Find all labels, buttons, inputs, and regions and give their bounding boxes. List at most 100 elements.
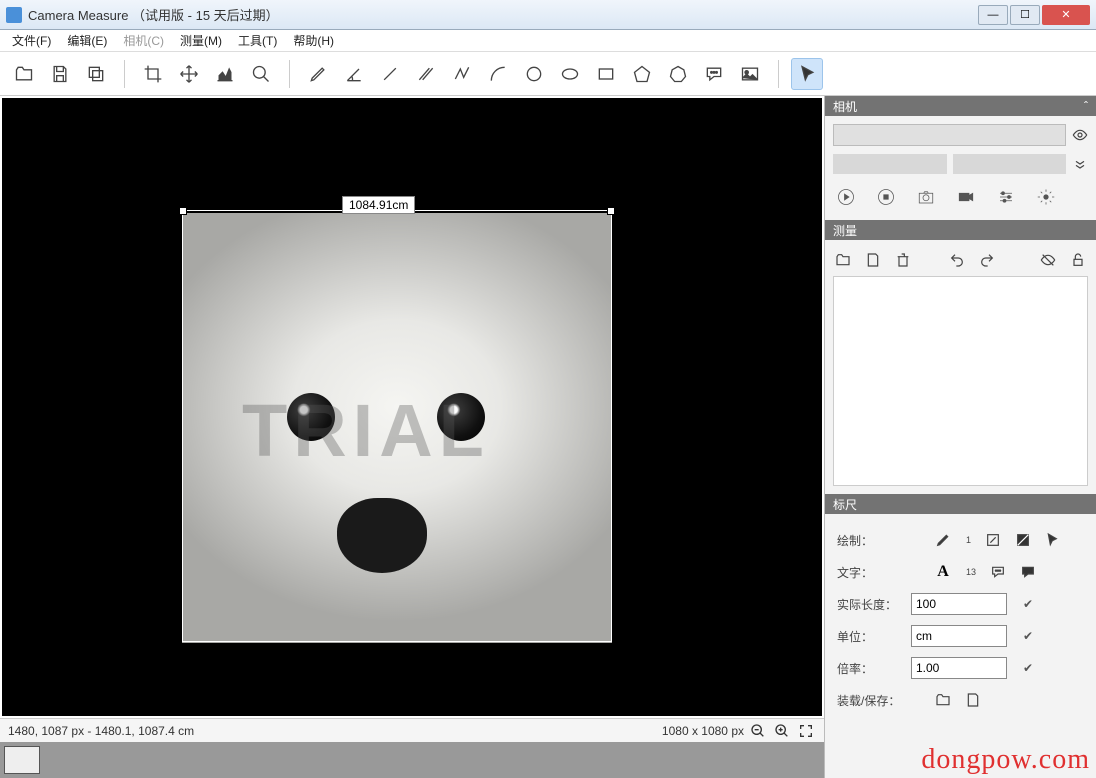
save-ruler-icon[interactable] (965, 692, 981, 708)
measure-list[interactable] (833, 276, 1088, 486)
length-input[interactable] (911, 593, 1007, 615)
workspace: TRIAL 1084.91cm 1480, 1087 px - 1480.1, … (0, 96, 1096, 778)
handle-top-right[interactable] (607, 207, 615, 215)
status-coordinates: 1480, 1087 px - 1480.1, 1087.4 cm (8, 724, 194, 738)
menu-tool[interactable]: 工具(T) (230, 30, 285, 51)
pointer-tool-icon[interactable] (1045, 532, 1061, 548)
camera-panel-body (825, 116, 1096, 220)
close-button[interactable]: ✕ (1042, 5, 1090, 25)
pencil-tool-icon[interactable] (935, 532, 951, 548)
collapse-icon[interactable]: ˆ (1084, 99, 1088, 113)
zoom-out-icon[interactable] (748, 721, 768, 741)
menu-measure[interactable]: 测量(M) (172, 30, 230, 51)
window-controls: — ☐ ✕ (976, 5, 1090, 25)
save-icon[interactable] (44, 58, 76, 90)
menu-file[interactable]: 文件(F) (4, 30, 59, 51)
menu-edit[interactable]: 编辑(E) (59, 30, 115, 51)
confirm-length-icon[interactable]: ✔ (1023, 597, 1039, 611)
ruler-panel-body: 绘制： 1 文字： A13 实际长度： (825, 514, 1096, 726)
font-icon[interactable]: A (935, 564, 951, 580)
move-icon[interactable] (173, 58, 205, 90)
angle-icon[interactable] (338, 58, 370, 90)
undo-icon[interactable] (949, 252, 965, 268)
window-title: Camera Measure （试用版 - 15 天后过期） (28, 5, 976, 24)
canvas-viewport[interactable]: TRIAL 1084.91cm (2, 98, 822, 716)
statusbar: 1480, 1087 px - 1480.1, 1087.4 cm 1080 x… (0, 718, 824, 742)
style-tool-icon[interactable] (1015, 532, 1031, 548)
camera-prop-2[interactable] (953, 154, 1067, 174)
ellipse-icon[interactable] (554, 58, 586, 90)
thumbnail-bar (0, 742, 824, 778)
chevron-icon[interactable] (1072, 156, 1088, 172)
comment-fill-icon[interactable] (1020, 564, 1036, 580)
play-icon[interactable] (835, 186, 857, 208)
visibility-icon[interactable] (1040, 252, 1056, 268)
lock-icon[interactable] (1070, 252, 1086, 268)
unit-label: 单位： (837, 628, 903, 645)
unit-input[interactable] (911, 625, 1007, 647)
snapshot-icon[interactable] (915, 186, 937, 208)
menubar: 文件(F) 编辑(E) 相机(C) 测量(M) 工具(T) 帮助(H) (0, 30, 1096, 52)
edit-tool-icon[interactable] (985, 532, 1001, 548)
measure-panel-header[interactable]: 测量 (825, 220, 1096, 240)
status-dimensions: 1080 x 1080 px (662, 724, 744, 738)
arc-icon[interactable] (482, 58, 514, 90)
copy-icon[interactable] (80, 58, 112, 90)
ruler-panel-header[interactable]: 标尺 (825, 494, 1096, 514)
image-icon[interactable] (734, 58, 766, 90)
maximize-button[interactable]: ☐ (1010, 5, 1040, 25)
redo-icon[interactable] (979, 252, 995, 268)
fullscreen-icon[interactable] (796, 721, 816, 741)
parallel-icon[interactable] (410, 58, 442, 90)
circle-icon[interactable] (518, 58, 550, 90)
camera-select[interactable] (833, 124, 1066, 146)
titlebar: Camera Measure （试用版 - 15 天后过期） — ☐ ✕ (0, 0, 1096, 30)
thumbnail[interactable] (4, 746, 40, 774)
app-icon (6, 7, 22, 23)
pencil-icon[interactable] (302, 58, 334, 90)
measurement-box[interactable] (182, 210, 612, 642)
camera-panel-header[interactable]: 相机 ˆ (825, 96, 1096, 116)
side-panel: 相机 ˆ 测量 (824, 96, 1096, 778)
length-label: 实际长度： (837, 596, 903, 613)
handle-top-left[interactable] (179, 207, 187, 215)
delete-measure-icon[interactable] (895, 252, 911, 268)
pointer-icon[interactable] (791, 58, 823, 90)
menu-camera[interactable]: 相机(C) (115, 30, 172, 51)
stop-icon[interactable] (875, 186, 897, 208)
site-watermark: dongpow.com (921, 744, 1090, 776)
text-label: 文字： (837, 564, 903, 581)
sliders-icon[interactable] (995, 186, 1017, 208)
confirm-unit-icon[interactable]: ✔ (1023, 629, 1039, 643)
crop-icon[interactable] (137, 58, 169, 90)
camera-prop-1[interactable] (833, 154, 947, 174)
main-toolbar (0, 52, 1096, 96)
ruler-panel-title: 标尺 (833, 496, 857, 513)
loadsave-label: 装载/保存： (837, 692, 903, 709)
histogram-icon[interactable] (209, 58, 241, 90)
pentagon-icon[interactable] (626, 58, 658, 90)
measure-panel-title: 测量 (833, 222, 857, 239)
zoom-in-icon[interactable] (772, 721, 792, 741)
record-icon[interactable] (955, 186, 977, 208)
save-measure-icon[interactable] (865, 252, 881, 268)
load-ruler-icon[interactable] (935, 692, 951, 708)
polygon-icon[interactable] (662, 58, 694, 90)
polyline-icon[interactable] (446, 58, 478, 90)
zoom-icon[interactable] (245, 58, 277, 90)
line-icon[interactable] (374, 58, 406, 90)
open-measure-icon[interactable] (835, 252, 851, 268)
open-icon[interactable] (8, 58, 40, 90)
draw-label: 绘制： (837, 532, 903, 549)
measure-panel-body (825, 240, 1096, 494)
minimize-button[interactable]: — (978, 5, 1008, 25)
canvas-area: TRIAL 1084.91cm 1480, 1087 px - 1480.1, … (0, 96, 824, 778)
comment-outline-icon[interactable] (990, 564, 1006, 580)
rectangle-icon[interactable] (590, 58, 622, 90)
eye-icon[interactable] (1072, 127, 1088, 143)
comment-icon[interactable] (698, 58, 730, 90)
gear-icon[interactable] (1035, 186, 1057, 208)
menu-help[interactable]: 帮助(H) (285, 30, 342, 51)
scale-input[interactable] (911, 657, 1007, 679)
confirm-scale-icon[interactable]: ✔ (1023, 661, 1039, 675)
